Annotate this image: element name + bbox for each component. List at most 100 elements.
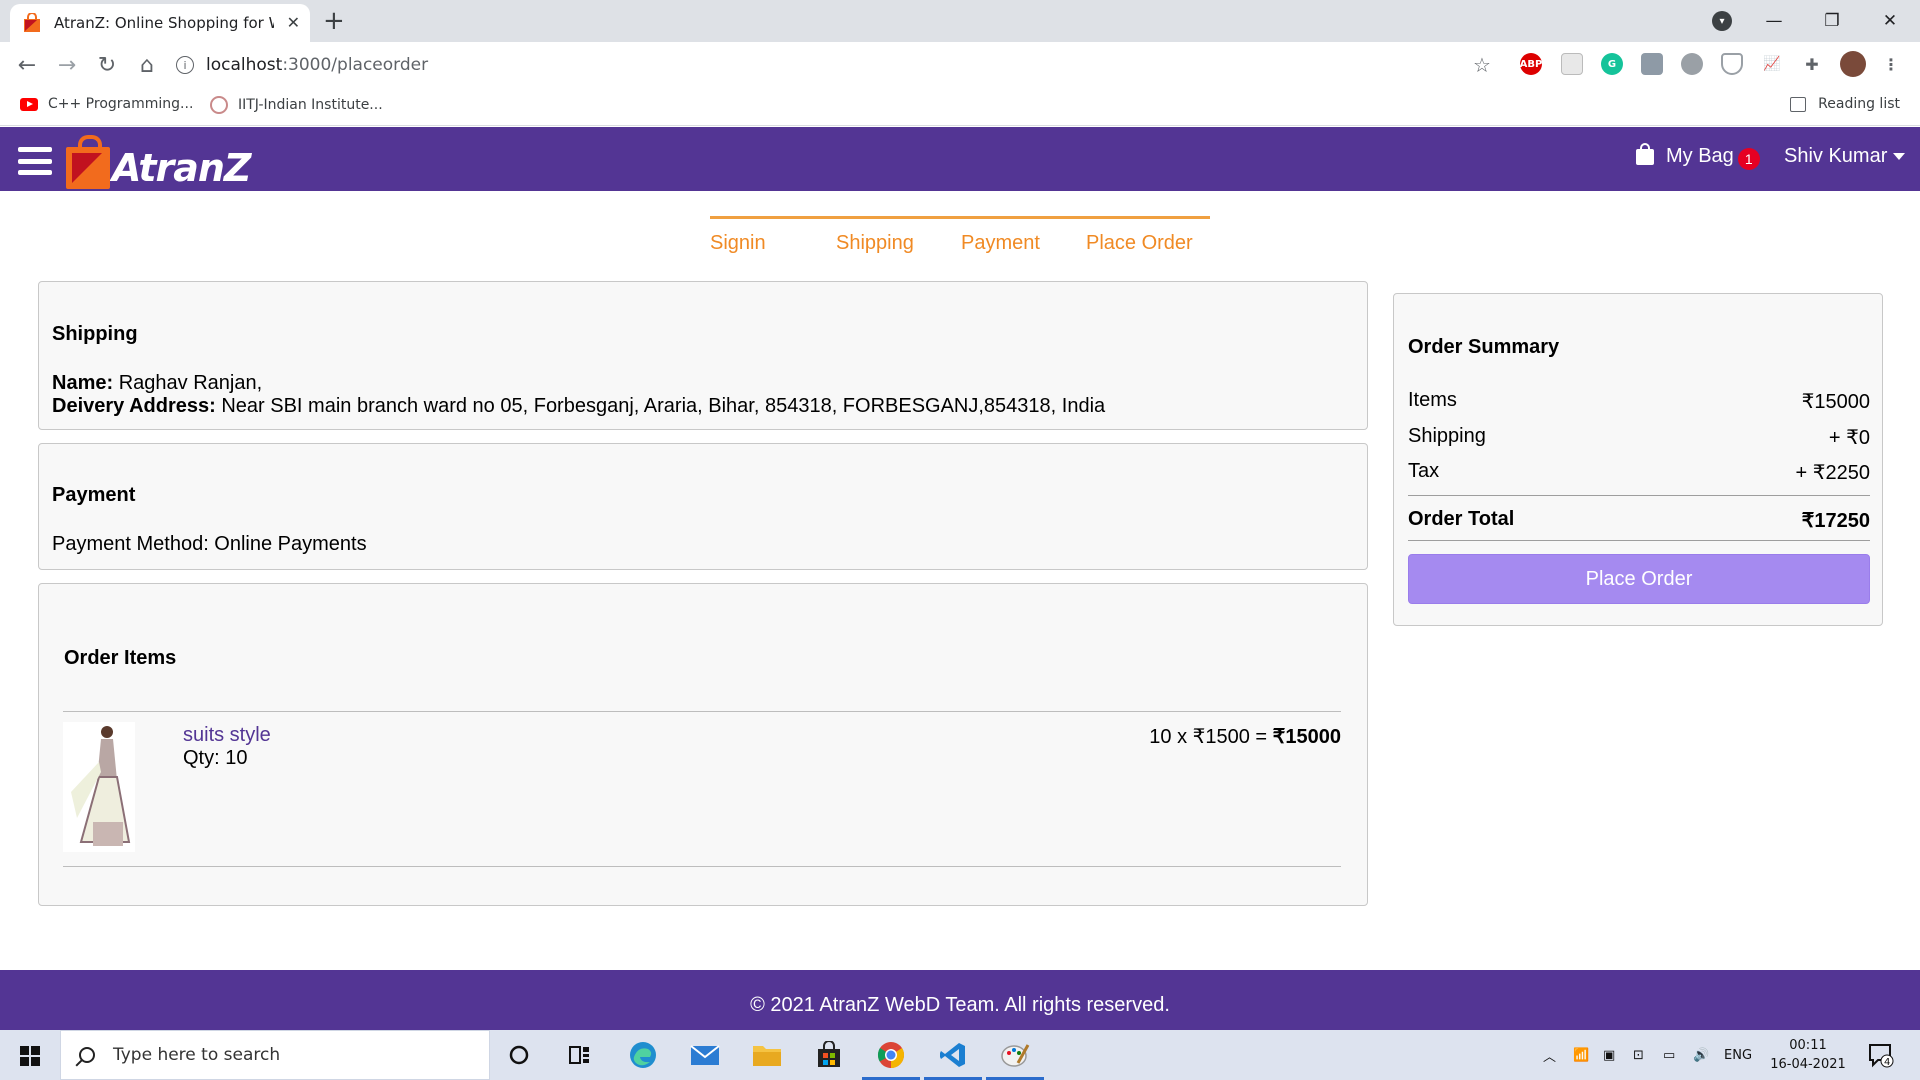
file-explorer-icon[interactable] bbox=[751, 1040, 783, 1070]
user-menu-dropdown[interactable]: Shiv Kumar bbox=[1784, 145, 1906, 168]
address-label: Deivery Address: bbox=[52, 395, 216, 417]
user-name: Shiv Kumar bbox=[1784, 145, 1888, 167]
browser-menu-icon[interactable]: ⋮ bbox=[1880, 53, 1902, 75]
chart-extension-icon[interactable]: 📈 bbox=[1761, 53, 1783, 75]
my-bag-link[interactable]: My Bag 1 bbox=[1636, 142, 1760, 170]
shield-extension-icon[interactable] bbox=[1721, 53, 1743, 75]
cortana-icon[interactable] bbox=[503, 1040, 535, 1070]
taskbar-clock[interactable]: 00:11 16-04-2021 bbox=[1768, 1036, 1848, 1074]
summary-shipping-row: Shipping + ₹0 bbox=[1408, 425, 1870, 450]
address-bar[interactable]: i localhost :3000/placeorder bbox=[176, 47, 1476, 83]
summary-divider bbox=[1408, 540, 1870, 541]
close-window-icon[interactable]: ✕ bbox=[1862, 0, 1918, 42]
site-info-icon[interactable]: i bbox=[176, 56, 194, 74]
device-icon[interactable]: ▣ bbox=[1603, 1030, 1615, 1080]
step-shipping: Shipping bbox=[836, 232, 914, 254]
shopping-bag-logo-icon bbox=[66, 135, 110, 189]
chrome-icon[interactable] bbox=[875, 1040, 907, 1070]
camera-icon[interactable]: ⊡ bbox=[1633, 1030, 1644, 1080]
bookmark-label: IITJ-Indian Institute... bbox=[238, 97, 383, 113]
reload-icon[interactable]: ↻ bbox=[93, 51, 121, 79]
extension-icon[interactable] bbox=[1641, 53, 1663, 75]
item-qty: Qty: 10 bbox=[183, 747, 248, 769]
taskbar-search-input[interactable]: Type here to search bbox=[60, 1030, 490, 1080]
item-calc: 10 x ₹1500 = bbox=[1149, 726, 1273, 748]
bookmark-star-icon[interactable]: ☆ bbox=[1468, 51, 1496, 79]
forward-arrow-icon[interactable]: → bbox=[53, 51, 81, 79]
vscode-icon[interactable] bbox=[937, 1040, 969, 1070]
youtube-icon bbox=[20, 97, 38, 111]
back-arrow-icon[interactable]: ← bbox=[13, 51, 41, 79]
network-icon[interactable]: 📶 bbox=[1573, 1030, 1589, 1080]
adblock-extension-icon[interactable]: ABP bbox=[1520, 53, 1542, 75]
battery-icon[interactable]: ▭ bbox=[1663, 1030, 1675, 1080]
summary-total-value: ₹17250 bbox=[1801, 510, 1870, 532]
shipping-heading: Shipping bbox=[52, 323, 138, 345]
extensions-puzzle-icon[interactable]: ✚ bbox=[1801, 53, 1823, 75]
app-header: AtranZ My Bag 1 Shiv Kumar bbox=[0, 127, 1920, 191]
summary-tax-value: + ₹2250 bbox=[1795, 462, 1870, 484]
tab-close-icon[interactable]: ✕ bbox=[287, 13, 300, 32]
home-icon[interactable]: ⌂ bbox=[133, 51, 161, 79]
my-bag-label: My Bag bbox=[1666, 145, 1734, 167]
payment-method: Payment Method: Online Payments bbox=[52, 533, 367, 555]
language-indicator[interactable]: ENG bbox=[1724, 1030, 1752, 1080]
payment-card: Payment Payment Method: Online Payments bbox=[38, 443, 1368, 570]
item-price-calc: 10 x ₹1500 = ₹15000 bbox=[1149, 724, 1341, 749]
paint-icon[interactable] bbox=[999, 1040, 1031, 1070]
notification-count: 4 bbox=[1884, 1057, 1891, 1068]
item-name-link[interactable]: suits style bbox=[183, 724, 271, 747]
clock-time: 00:11 bbox=[1789, 1038, 1827, 1053]
grammarly-extension-icon[interactable]: G bbox=[1601, 53, 1623, 75]
bookmark-iitj[interactable]: IITJ-Indian Institute... bbox=[210, 96, 383, 114]
bookmarks-bar: C++ Programming... IITJ-Indian Institute… bbox=[0, 88, 1920, 126]
url-path: :3000/placeorder bbox=[282, 55, 429, 75]
new-tab-button[interactable]: + bbox=[323, 6, 345, 36]
cloud-extension-icon[interactable] bbox=[1681, 53, 1703, 75]
url-host: localhost bbox=[206, 55, 283, 75]
summary-total-label: Order Total bbox=[1408, 508, 1515, 530]
extension-icon[interactable] bbox=[1561, 53, 1583, 75]
summary-items-label: Items bbox=[1408, 389, 1457, 411]
step-payment: Payment bbox=[961, 232, 1040, 254]
summary-divider bbox=[1408, 495, 1870, 496]
summary-items-row: Items ₹15000 bbox=[1408, 389, 1870, 414]
mail-icon[interactable] bbox=[689, 1040, 721, 1070]
tray-overflow-chevron-icon[interactable]: ︿ bbox=[1543, 1030, 1556, 1080]
reading-list-label: Reading list bbox=[1818, 96, 1900, 112]
restore-window-icon[interactable]: ❐ bbox=[1804, 0, 1860, 42]
item-total: ₹15000 bbox=[1272, 726, 1341, 748]
summary-shipping-value: + ₹0 bbox=[1828, 427, 1870, 449]
edge-browser-icon[interactable] bbox=[627, 1040, 659, 1070]
clock-date: 16-04-2021 bbox=[1770, 1057, 1846, 1072]
summary-tax-row: Tax + ₹2250 bbox=[1408, 460, 1870, 485]
tab-search-icon[interactable]: ▾ bbox=[1712, 11, 1732, 31]
order-item-row: suits style Qty: 10 10 x ₹1500 = ₹15000 bbox=[63, 711, 1341, 867]
windows-start-icon[interactable] bbox=[20, 1046, 40, 1066]
minimize-window-icon[interactable]: — bbox=[1746, 0, 1802, 42]
product-image[interactable] bbox=[63, 722, 135, 852]
profile-avatar[interactable] bbox=[1840, 51, 1866, 77]
reading-list-icon bbox=[1790, 96, 1807, 112]
payment-heading: Payment bbox=[52, 484, 136, 506]
reading-list-button[interactable]: Reading list bbox=[1790, 96, 1900, 112]
bag-count-badge: 1 bbox=[1737, 147, 1760, 170]
browser-tab[interactable]: AtranZ: Online Shopping for Wor ✕ bbox=[10, 4, 310, 42]
footer-copyright: © 2021 AtranZ WebD Team. All rights rese… bbox=[750, 993, 1170, 1016]
volume-icon[interactable]: 🔊 bbox=[1693, 1030, 1709, 1080]
shipping-name-line: Name: Raghav Ranjan, Deivery Address: Ne… bbox=[52, 372, 1105, 418]
bookmark-cpp[interactable]: C++ Programming... bbox=[20, 96, 193, 112]
microsoft-store-icon[interactable] bbox=[813, 1040, 845, 1070]
site-favicon-icon bbox=[24, 13, 40, 32]
task-view-icon[interactable] bbox=[564, 1040, 596, 1070]
browser-toolbar: ← → ↻ ⌂ i localhost :3000/placeorder ☆ bbox=[0, 42, 1920, 88]
brand-logo[interactable]: AtranZ bbox=[66, 131, 251, 189]
place-order-button[interactable]: Place Order bbox=[1408, 554, 1870, 604]
hamburger-menu-icon[interactable] bbox=[18, 147, 52, 175]
search-placeholder: Type here to search bbox=[113, 1045, 281, 1065]
checkout-steps: Signin Shipping Payment Place Order bbox=[710, 216, 1210, 260]
action-center-icon[interactable]: 4 bbox=[1868, 1030, 1894, 1080]
name-value: Raghav Ranjan, bbox=[113, 372, 263, 394]
search-icon bbox=[79, 1047, 95, 1063]
windows-taskbar: Type here to search ︿ 📶 ▣ ⊡ ▭ 🔊 ENG 00:1… bbox=[0, 1030, 1920, 1080]
